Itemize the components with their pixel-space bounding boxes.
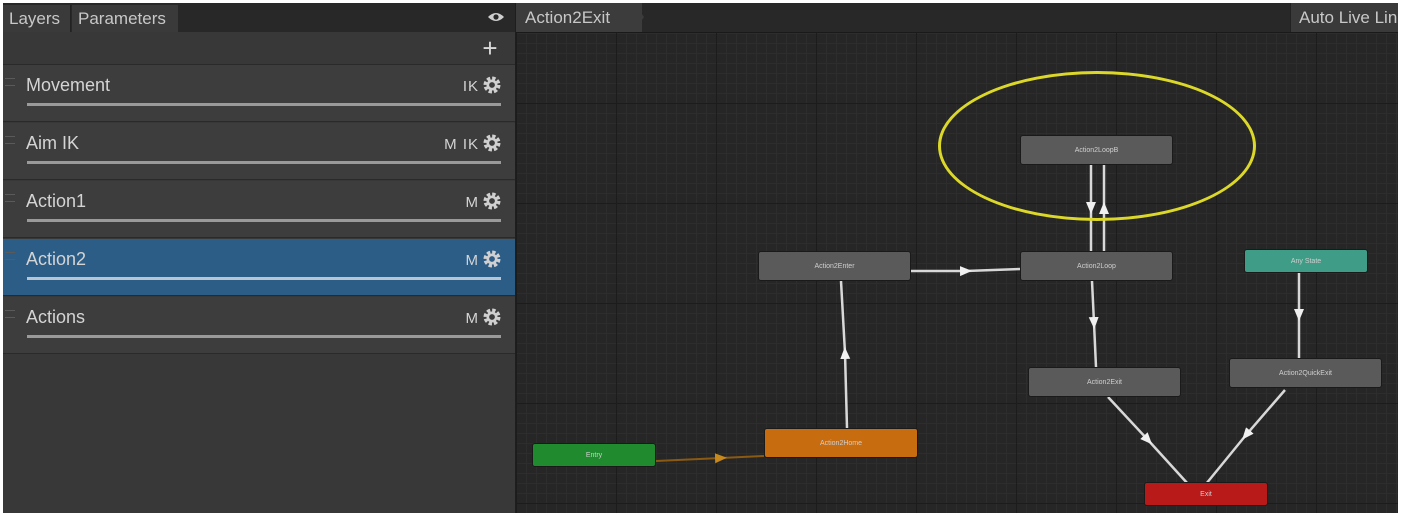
transition-entry-home[interactable] <box>655 453 765 464</box>
layer-name: Aim IK <box>26 133 80 153</box>
layer-name: Action2 <box>26 249 87 269</box>
auto-live-link-label: Auto Live Lin <box>1299 8 1398 27</box>
state-any-state[interactable]: Any State <box>1244 249 1368 273</box>
layer-flags: M <box>465 310 479 327</box>
layer-row-aim-ik[interactable]: Aim IK M IK <box>3 123 515 180</box>
breadcrumb-label: Action2Exit <box>525 8 611 27</box>
layer-row-actions[interactable]: Actions M <box>3 297 515 354</box>
gear-icon[interactable] <box>482 75 502 95</box>
gear-icon[interactable] <box>482 249 502 269</box>
add-layer-row: + <box>3 32 515 65</box>
breadcrumb-arrow-icon <box>634 3 644 32</box>
transition-enter-loop[interactable] <box>910 266 1022 277</box>
panel-tabs: Layers Parameters <box>3 3 515 32</box>
layer-name: Action1 <box>26 191 87 211</box>
layer-flags: M <box>465 252 479 269</box>
drag-handle-icon[interactable] <box>5 252 15 260</box>
layer-name: Actions <box>26 307 86 327</box>
layer-row-action2[interactable]: Action2 M <box>3 239 515 296</box>
state-machine-graph[interactable]: Action2LoopB Action2Enter Action2Loop An… <box>516 3 1398 513</box>
layer-weight-bar <box>27 277 501 280</box>
drag-handle-icon[interactable] <box>5 194 15 202</box>
animator-window: Layers Parameters + Movement IK Aim IK M… <box>3 3 1398 513</box>
layer-row-movement[interactable]: Movement IK <box>3 65 515 122</box>
auto-live-link-toggle[interactable]: Auto Live Lin <box>1290 3 1398 32</box>
transition-quickexit-exit[interactable] <box>1205 389 1286 485</box>
tab-parameters[interactable]: Parameters <box>72 5 178 32</box>
layer-weight-bar <box>27 161 501 164</box>
graph-toolbar: Action2Exit Auto Live Lin <box>516 3 1398 33</box>
state-action2-enter[interactable]: Action2Enter <box>758 251 911 281</box>
layer-name: Movement <box>26 75 111 95</box>
layers-panel: Layers Parameters + Movement IK Aim IK M… <box>3 3 516 513</box>
layer-row-action1[interactable]: Action1 M <box>3 181 515 238</box>
layer-flags: M IK <box>444 136 479 153</box>
state-action2-home[interactable]: Action2Home <box>764 428 918 458</box>
transition-home-enter[interactable] <box>839 280 851 429</box>
breadcrumb[interactable]: Action2Exit <box>516 3 642 32</box>
add-layer-button[interactable]: + <box>479 34 501 62</box>
gear-icon[interactable] <box>482 133 502 153</box>
state-action2-exit[interactable]: Action2Exit <box>1028 367 1181 397</box>
layer-weight-bar <box>27 103 501 106</box>
state-action2-quickexit[interactable]: Action2QuickExit <box>1229 358 1382 388</box>
layer-flags: IK <box>462 78 479 95</box>
drag-handle-icon[interactable] <box>5 78 15 86</box>
state-action2-loop[interactable]: Action2Loop <box>1020 251 1173 281</box>
gear-icon[interactable] <box>482 307 502 327</box>
drag-handle-icon[interactable] <box>5 136 15 144</box>
highlight-ellipse <box>938 71 1256 221</box>
state-entry[interactable]: Entry <box>532 443 656 467</box>
layer-weight-bar <box>27 335 501 338</box>
layer-weight-bar <box>27 219 501 222</box>
state-exit[interactable]: Exit <box>1144 482 1268 506</box>
tab-layers[interactable]: Layers <box>3 5 71 32</box>
layer-flags: M <box>465 194 479 211</box>
transition-exitstate-exit[interactable] <box>1107 396 1189 485</box>
eye-icon[interactable] <box>487 11 505 23</box>
drag-handle-icon[interactable] <box>5 310 15 318</box>
gear-icon[interactable] <box>482 191 502 211</box>
transition-loop-exitstate[interactable] <box>1088 280 1099 368</box>
